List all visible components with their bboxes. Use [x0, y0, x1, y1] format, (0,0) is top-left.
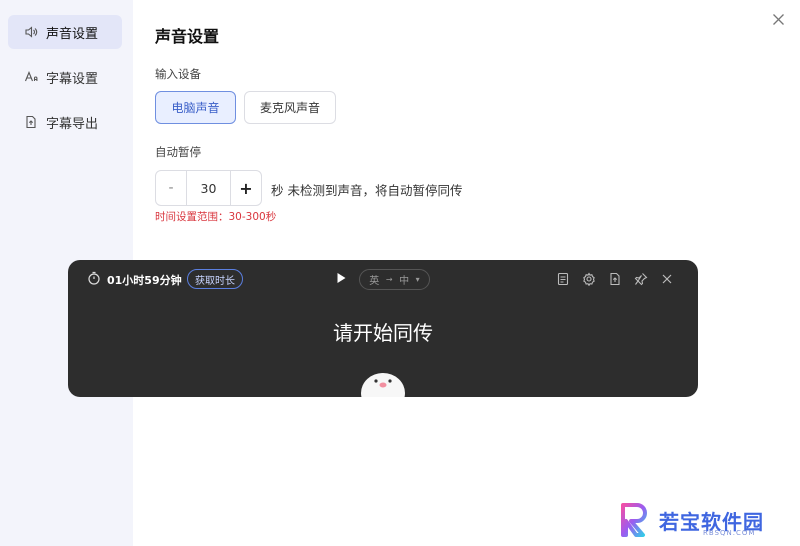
sidebar-item-label: 字幕设置	[46, 71, 99, 87]
sidebar-item-label: 声音设置	[46, 26, 99, 42]
auto-pause-label: 自动暂停	[155, 145, 201, 159]
target-language: 中	[399, 276, 410, 287]
device-option-microphone-sound[interactable]: 麦克风声音	[244, 91, 336, 124]
pin-icon[interactable]	[634, 271, 648, 286]
settings-icon[interactable]	[582, 271, 596, 287]
interpretation-player: 01小时59分钟 获取时长 英 → 中 ▾ 请开始同传	[68, 260, 698, 397]
device-option-computer-sound[interactable]: 电脑声音	[155, 91, 236, 124]
file-export-icon[interactable]	[608, 271, 622, 286]
page-title: 声音设置	[155, 27, 220, 46]
file-export-icon	[24, 115, 38, 129]
font-size-icon	[24, 70, 38, 84]
get-duration-button[interactable]: 获取时长	[187, 269, 243, 289]
watermark-logo-icon	[621, 503, 647, 537]
source-language: 英	[369, 276, 380, 287]
remaining-time: 01小时59分钟	[107, 274, 182, 287]
sidebar-item-sound-settings[interactable]: 声音设置	[8, 15, 122, 49]
chevron-down-icon: ▾	[415, 275, 420, 284]
sidebar-item-subtitle-export[interactable]: 字幕导出	[8, 105, 122, 139]
language-selector[interactable]: 英 → 中 ▾	[359, 269, 430, 290]
document-icon[interactable]	[556, 271, 570, 286]
timer-icon	[88, 271, 100, 285]
auto-pause-stepper: - 30 +	[155, 170, 262, 206]
auto-pause-value[interactable]: 30	[186, 171, 231, 205]
sidebar-item-subtitle-settings[interactable]: 字幕设置	[8, 60, 122, 94]
close-button[interactable]	[768, 9, 788, 29]
close-icon	[772, 13, 784, 25]
sidebar-item-label: 字幕导出	[46, 116, 99, 132]
range-hint: 时间设置范围：30-300秒	[155, 211, 277, 223]
auto-pause-description: 秒 未检测到声音，将自动暂停同传	[271, 183, 463, 198]
play-icon[interactable]	[334, 271, 348, 285]
close-icon[interactable]	[660, 271, 674, 285]
player-message: 请开始同传	[333, 321, 433, 345]
input-device-label: 输入设备	[155, 67, 201, 81]
increment-button[interactable]: +	[231, 171, 261, 205]
mascot-bird-icon	[361, 373, 405, 397]
arrow-right-icon: →	[385, 275, 393, 284]
watermark: 若宝软件园 RBSQN.COM	[619, 500, 789, 540]
decrement-button[interactable]: -	[156, 171, 186, 205]
speaker-icon	[24, 25, 38, 39]
watermark-subtitle: RBSQN.COM	[703, 529, 756, 537]
